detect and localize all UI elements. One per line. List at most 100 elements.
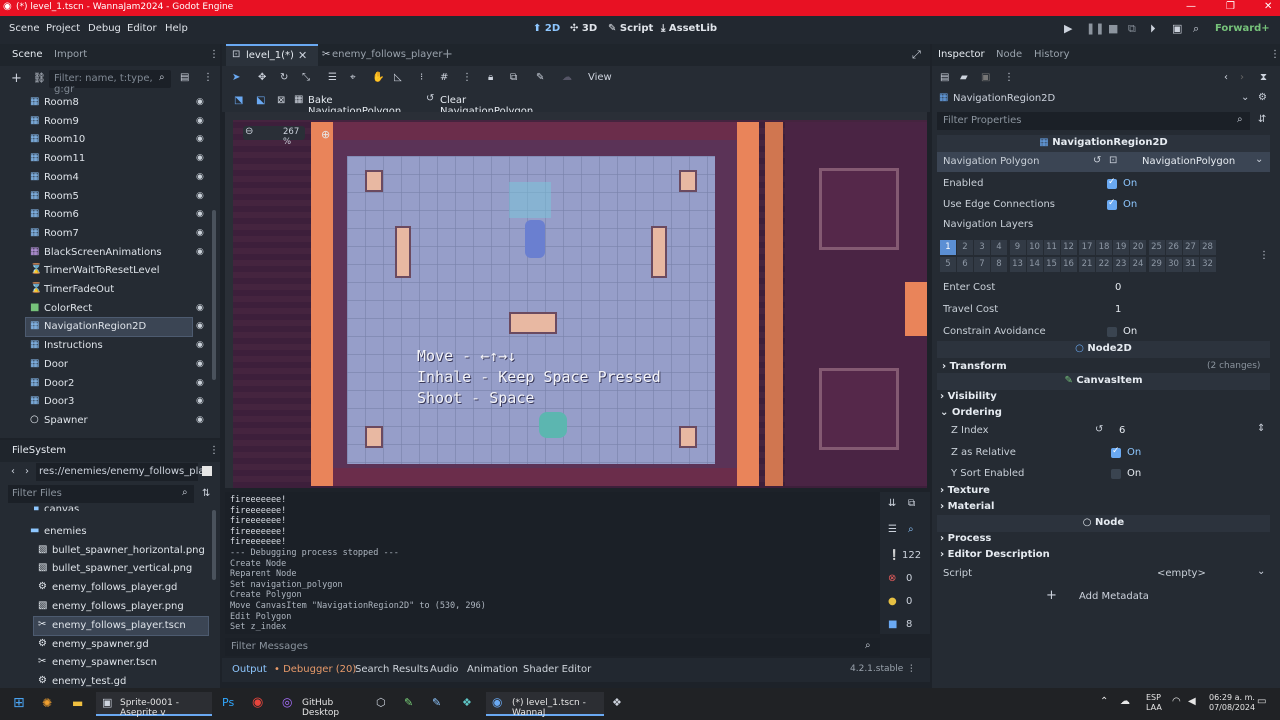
nav-layer-toggle[interactable]: 8 xyxy=(991,257,1007,272)
player-body[interactable] xyxy=(525,220,545,258)
visibility-icon[interactable]: ◉ xyxy=(196,116,204,126)
distraction-free-icon[interactable]: ⤢ xyxy=(912,48,921,62)
chevron-down-icon[interactable]: ⌄ xyxy=(1255,154,1263,165)
visibility-icon[interactable]: ◉ xyxy=(196,359,204,369)
scene-tree-item[interactable]: ▦ Room11 ◉ xyxy=(26,150,204,168)
zoom-out-icon[interactable]: ⊖ xyxy=(245,126,253,137)
nav-layer-toggle[interactable]: 15 xyxy=(1043,257,1060,272)
nav-layer-toggle[interactable]: 1 xyxy=(940,240,956,255)
nav-layer-toggle[interactable]: 30 xyxy=(1165,257,1182,272)
menu-scene[interactable]: Scene xyxy=(9,23,40,34)
nav-layer-toggle[interactable]: 23 xyxy=(1113,257,1129,272)
nav-layer-toggle[interactable]: 21 xyxy=(1079,257,1095,272)
clear-log-icon[interactable]: ⇊ xyxy=(888,498,896,509)
inspector-menu-icon[interactable]: ⋮ xyxy=(1270,49,1280,60)
attach-script-icon[interactable]: ▤ xyxy=(180,72,189,83)
blender-icon[interactable]: ✺ xyxy=(42,696,52,710)
zoom-widget[interactable]: ⊖ 267 % xyxy=(243,126,305,147)
app-icon[interactable]: ✎ xyxy=(404,696,413,709)
back-icon[interactable]: ‹ xyxy=(11,466,15,477)
edge-connections-checkbox[interactable] xyxy=(1107,198,1117,210)
tab-animation[interactable]: Animation xyxy=(467,664,518,675)
nav-layer-toggle[interactable]: 28 xyxy=(1199,240,1216,255)
visibility-icon[interactable]: ◉ xyxy=(196,303,204,313)
forward-icon[interactable]: › xyxy=(25,466,29,477)
photoshop-icon[interactable]: Ps xyxy=(222,696,234,709)
file-item[interactable]: ✂ enemy_spawner.tscn xyxy=(34,654,208,672)
scene-tree-item[interactable]: ▦ Room9 ◉ xyxy=(26,113,204,131)
nav-layer-toggle[interactable]: 17 xyxy=(1079,240,1095,255)
nav-layer-toggle[interactable]: 5 xyxy=(940,257,956,272)
visibility-icon[interactable]: ◉ xyxy=(196,191,204,201)
nav-layer-toggle[interactable]: 19 xyxy=(1113,240,1129,255)
pin-panel-icon[interactable]: ⫶ xyxy=(910,664,913,675)
group-icon[interactable]: ⧉ xyxy=(510,72,517,83)
nav-layer-toggle[interactable]: 32 xyxy=(1199,257,1216,272)
visibility-icon[interactable]: ◉ xyxy=(196,378,204,388)
filter-properties-input[interactable]: Filter Properties ⌕ xyxy=(937,112,1250,130)
minimize-icon[interactable]: — xyxy=(1186,1,1196,12)
taskbar-github-desktop[interactable]: ◎ GitHub Desktop xyxy=(278,692,364,718)
warning-icon[interactable]: ● xyxy=(888,596,897,607)
object-history-icon[interactable]: ⧗ xyxy=(1260,72,1267,83)
lock-icon[interactable]: 🔒︎ xyxy=(488,72,493,83)
revert-icon[interactable]: ↺ xyxy=(1093,155,1101,166)
clear-navpoly-button[interactable]: ↺ Clear NavigationPolygon xyxy=(426,93,556,117)
move-tool-icon[interactable]: ✥ xyxy=(258,72,266,83)
scene-tree-scrollbar[interactable] xyxy=(212,210,216,380)
bone-icon[interactable]: ✎ xyxy=(536,72,544,83)
menu-editor[interactable]: Editor xyxy=(127,23,157,34)
tab-audio[interactable]: Audio xyxy=(430,664,458,675)
nav-layer-toggle[interactable]: 12 xyxy=(1060,240,1077,255)
search-log-icon[interactable]: ⌕ xyxy=(908,524,914,535)
workspace-3d[interactable]: ✣ 3D xyxy=(570,23,597,34)
app-icon[interactable]: ✎ xyxy=(432,696,441,709)
scene-tree-item[interactable]: ■ ColorRect ◉ xyxy=(26,300,204,318)
scene-tree-item[interactable]: ▦ Room5 ◉ xyxy=(26,188,204,206)
nav-layer-toggle[interactable]: 13 xyxy=(1009,257,1026,272)
property-options-icon[interactable]: ⇵ xyxy=(1258,114,1266,125)
pan-icon[interactable]: ✋ xyxy=(372,72,384,83)
ruler-icon[interactable]: ◺ xyxy=(394,72,402,83)
chrome-icon[interactable]: ◉ xyxy=(252,695,263,710)
tab-output[interactable]: Output xyxy=(232,664,267,675)
scene-tree-item[interactable]: ▦ Room10 ◉ xyxy=(26,131,204,149)
play-icon[interactable]: ▶ xyxy=(1064,22,1072,35)
bake-navpoly-button[interactable]: ▦ Bake NavigationPolygon xyxy=(294,93,422,117)
scene-tree-item[interactable]: ▦ Door2 ◉ xyxy=(26,375,204,393)
extra-menu-icon[interactable]: ⋮ xyxy=(1004,72,1014,83)
prop-z-index[interactable]: Z Index ↺ 6 ⇕ xyxy=(937,421,1270,441)
pivot-icon[interactable]: ⌖ xyxy=(350,72,356,83)
close-icon[interactable]: ✕ xyxy=(1264,1,1272,12)
delete-points-icon[interactable]: ⊠ xyxy=(277,95,285,106)
visibility-icon[interactable]: ◉ xyxy=(196,134,204,144)
group-ordering[interactable]: ⌄ Ordering xyxy=(940,407,1002,418)
group-editor-description[interactable]: › Editor Description xyxy=(940,549,1050,560)
tab-level-1[interactable]: ⊡ level_1(*) ✕ xyxy=(226,44,318,66)
history-forward-icon[interactable]: › xyxy=(1240,72,1244,83)
notification-icon[interactable]: ▭ xyxy=(1257,696,1266,707)
maximize-icon[interactable]: ❐ xyxy=(1226,1,1235,12)
prop-use-edge-connections[interactable]: Use Edge Connections On xyxy=(937,195,1270,215)
add-node-icon[interactable]: + xyxy=(11,71,22,86)
sort-icon[interactable]: ⇅ xyxy=(202,488,210,499)
filter-messages-input[interactable]: Filter Messages ⌕ xyxy=(225,638,880,656)
spinner-icon[interactable]: ⇕ xyxy=(1257,423,1265,434)
scene-tree-item[interactable]: ▦ Door ◉ xyxy=(26,356,204,374)
edit-polygon-icon[interactable]: ⬕ xyxy=(256,95,265,106)
scene-tree-item[interactable]: ▦ Room4 ◉ xyxy=(26,169,204,187)
scene-tree-item[interactable]: ▦ Door3 ◉ xyxy=(26,393,204,411)
view-menu[interactable]: View xyxy=(588,72,612,83)
output-log[interactable]: fireeeeeee! fireeeeeee! fireeeeeee! fireeee… xyxy=(225,492,880,634)
prop-constrain-avoidance[interactable]: Constrain Avoidance On xyxy=(937,322,1270,342)
nav-layer-toggle[interactable]: 14 xyxy=(1026,257,1043,272)
scene-tree-item[interactable]: ▦ Instructions ◉ xyxy=(26,337,204,355)
prop-y-sort[interactable]: Y Sort Enabled On xyxy=(937,464,1270,484)
clock-time[interactable]: 06:29 a. m. xyxy=(1209,693,1255,702)
app-icon[interactable]: ❖ xyxy=(612,696,622,709)
file-item[interactable]: ▧ bullet_spawner_vertical.png xyxy=(34,560,208,578)
rotate-tool-icon[interactable]: ↻ xyxy=(280,72,288,83)
2d-viewport[interactable]: Move - ←↑→↓ Inhale - Keep Space Pressed … xyxy=(225,112,927,488)
wifi-icon[interactable]: ◠ xyxy=(1172,696,1181,707)
stop-icon[interactable]: ■ xyxy=(1108,22,1118,35)
